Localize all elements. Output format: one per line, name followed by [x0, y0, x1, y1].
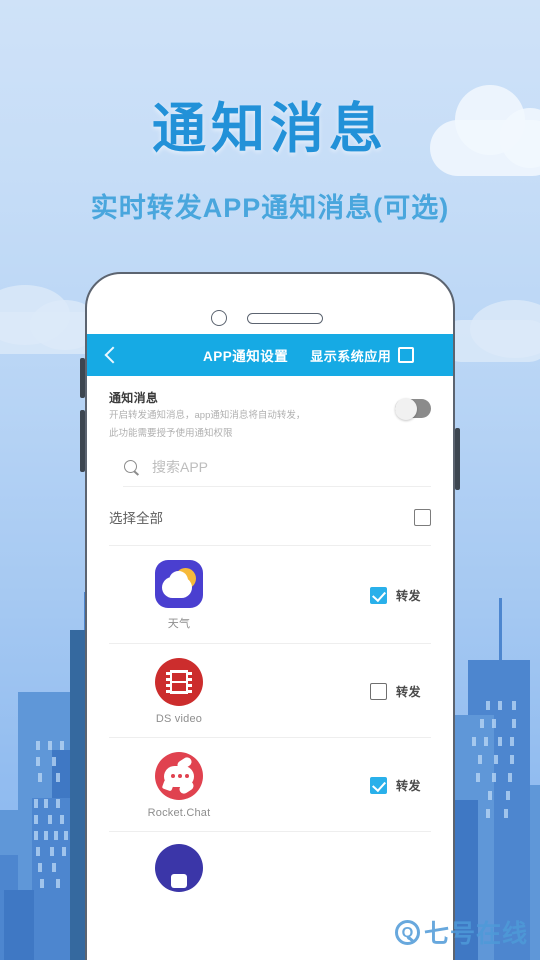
- notification-section-title: 通知消息: [109, 391, 159, 405]
- select-all-checkbox[interactable]: [414, 508, 431, 526]
- notification-section: 通知消息 开启转发通知消息，app通知消息将自动转发， 此功能需要授予使用通知权…: [109, 376, 431, 447]
- toggle-knob: [395, 397, 417, 420]
- forward-toggle-group[interactable]: 转发: [369, 683, 421, 701]
- app-name: DS video: [155, 713, 203, 726]
- camera-icon: [211, 310, 227, 326]
- app-icon-partial: [155, 844, 203, 893]
- app-name: 天气: [167, 618, 191, 631]
- app-identity: DS video: [109, 658, 249, 725]
- table-row[interactable]: DS video 转发: [109, 644, 431, 737]
- notification-text-block: 通知消息 开启转发通知消息，app通知消息将自动转发， 此功能需要授予使用通知权…: [109, 389, 395, 441]
- phone-mockup: APP通知设置 显示系统应用 通知消息 开启转发通知消息，app通知消息将自动转…: [85, 272, 455, 960]
- search-app-row[interactable]: 搜索APP: [123, 447, 431, 488]
- forward-checkbox[interactable]: [369, 683, 387, 701]
- show-system-apps-checkbox[interactable]: [398, 347, 415, 363]
- app-identity: Rocket.Chat: [109, 752, 249, 819]
- app-name: Rocket.Chat: [147, 807, 211, 820]
- phone-volume-button: [80, 358, 85, 398]
- select-all-label: 选择全部: [109, 511, 163, 527]
- search-icon: [123, 459, 140, 476]
- poster-headline: 通知消息 实时转发APP通知消息(可选): [0, 98, 540, 225]
- table-row[interactable]: Rocket.Chat 转发: [109, 738, 431, 831]
- forward-toggle-group[interactable]: 转发: [369, 777, 421, 795]
- forward-checkbox[interactable]: [369, 777, 387, 795]
- search-input[interactable]: 搜索APP: [152, 457, 208, 477]
- select-all-row[interactable]: 选择全部: [109, 487, 431, 545]
- phone-volume-button: [80, 410, 85, 472]
- app-identity: [109, 844, 249, 893]
- phone-top-bezel: [87, 274, 453, 334]
- notification-desc-line-2: 此功能需要授予使用通知权限: [109, 427, 233, 439]
- cloud-shape: [440, 320, 540, 362]
- app-bar: APP通知设置 显示系统应用: [87, 334, 453, 376]
- watermark-logo-icon: Q: [394, 919, 420, 945]
- chevron-left-icon[interactable]: [101, 345, 121, 365]
- show-system-apps-label: 显示系统应用: [310, 348, 392, 364]
- icon-detail-shape: [171, 874, 187, 889]
- notification-toggle-switch[interactable]: [395, 397, 431, 420]
- table-row[interactable]: [109, 832, 431, 904]
- table-row[interactable]: 天气 转发: [109, 546, 431, 643]
- forward-label: 转发: [395, 779, 421, 794]
- film-icon: [155, 658, 203, 707]
- forward-label: 转发: [395, 685, 421, 700]
- app-bar-title: APP通知设置: [203, 349, 289, 364]
- settings-content: 通知消息 开启转发通知消息，app通知消息将自动转发， 此功能需要授予使用通知权…: [87, 376, 453, 904]
- phone-power-button: [455, 428, 460, 490]
- forward-label: 转发: [395, 589, 421, 604]
- speaker-grill-icon: [247, 313, 323, 324]
- app-identity: 天气: [109, 560, 249, 631]
- watermark: Q 七号在线: [394, 914, 528, 950]
- forward-toggle-group[interactable]: 转发: [369, 587, 421, 605]
- notification-desc-line-1: 开启转发通知消息，app通知消息将自动转发，: [109, 410, 306, 421]
- weather-icon: [155, 560, 203, 609]
- page-title: 通知消息: [152, 99, 388, 159]
- rocket-chat-icon: [155, 752, 203, 801]
- watermark-text: 七号在线: [423, 920, 528, 948]
- page-subtitle: 实时转发APP通知消息(可选): [90, 193, 450, 224]
- forward-checkbox[interactable]: [369, 587, 387, 605]
